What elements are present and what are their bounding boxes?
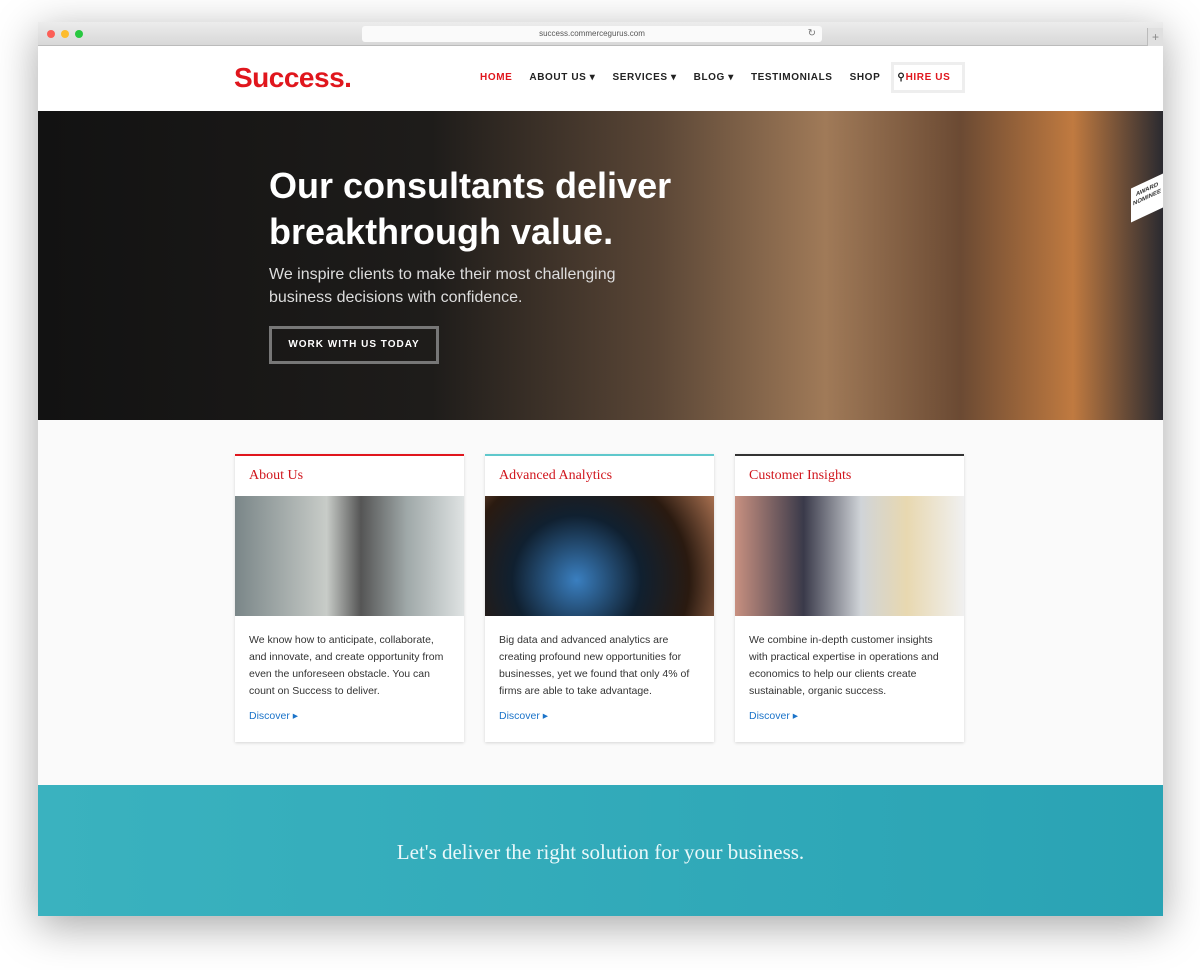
card-text: Big data and advanced analytics are crea… — [499, 634, 690, 697]
hero-title: Our consultants deliver breakthrough valu… — [269, 165, 672, 252]
nav-about-us[interactable]: ABOUT US ▾ — [529, 72, 595, 83]
nav-home[interactable]: HOME — [480, 72, 512, 83]
card-advanced-analytics: Advanced Analytics Big data and advanced… — [485, 454, 714, 742]
card-image — [485, 496, 714, 616]
card-text: We know how to anticipate, collaborate, … — [249, 634, 444, 697]
feature-cards: About Us We know how to anticipate, coll… — [235, 454, 964, 742]
card-text: We combine in-depth customer insights wi… — [749, 634, 939, 697]
card-image — [235, 496, 464, 616]
url-text: success.commercegurus.com — [539, 29, 645, 38]
logo[interactable]: Success. — [234, 62, 352, 94]
discover-link[interactable]: Discover ▸ — [499, 710, 548, 722]
nav-blog[interactable]: BLOG ▾ — [694, 72, 734, 83]
reload-icon[interactable]: ↻ — [808, 26, 816, 42]
discover-link[interactable]: Discover ▸ — [749, 710, 798, 722]
main-nav: HOME ABOUT US ▾ SERVICES ▾ BLOG ▾ TESTIM… — [480, 72, 922, 83]
nav-testimonials[interactable]: TESTIMONIALS — [751, 72, 833, 83]
hire-us-button[interactable]: HIRE US — [891, 62, 965, 93]
work-with-us-button[interactable]: WORK WITH US TODAY — [269, 326, 439, 364]
minimize-window-button[interactable] — [61, 30, 69, 38]
band-text: Let's deliver the right solution for you… — [396, 840, 805, 864]
address-bar[interactable]: success.commercegurus.com ↻ — [362, 26, 822, 42]
hero-banner: Our consultants deliver breakthrough valu… — [38, 111, 1163, 420]
card-title[interactable]: About Us — [235, 456, 464, 496]
card-title[interactable]: Advanced Analytics — [485, 456, 714, 496]
award-nominee-badge: AWARD NOMINEE — [1131, 173, 1163, 223]
hero-subtitle: We inspire clients to make their most ch… — [269, 266, 616, 306]
card-about-us: About Us We know how to anticipate, coll… — [235, 454, 464, 742]
browser-toolbar: success.commercegurus.com ↻ + — [38, 22, 1163, 46]
card-customer-insights: Customer Insights We combine in-depth cu… — [735, 454, 964, 742]
discover-link[interactable]: Discover ▸ — [249, 710, 298, 722]
cta-band: Let's deliver the right solution for you… — [38, 785, 1163, 916]
site-header: Success. HOME ABOUT US ▾ SERVICES ▾ BLOG… — [38, 46, 1163, 111]
new-tab-button[interactable]: + — [1147, 28, 1163, 46]
nav-shop[interactable]: SHOP — [850, 72, 881, 83]
nav-services[interactable]: SERVICES ▾ — [612, 72, 676, 83]
card-title[interactable]: Customer Insights — [735, 456, 964, 496]
maximize-window-button[interactable] — [75, 30, 83, 38]
browser-window: success.commercegurus.com ↻ + Success. HO… — [38, 22, 1163, 916]
close-window-button[interactable] — [47, 30, 55, 38]
card-image — [735, 496, 964, 616]
